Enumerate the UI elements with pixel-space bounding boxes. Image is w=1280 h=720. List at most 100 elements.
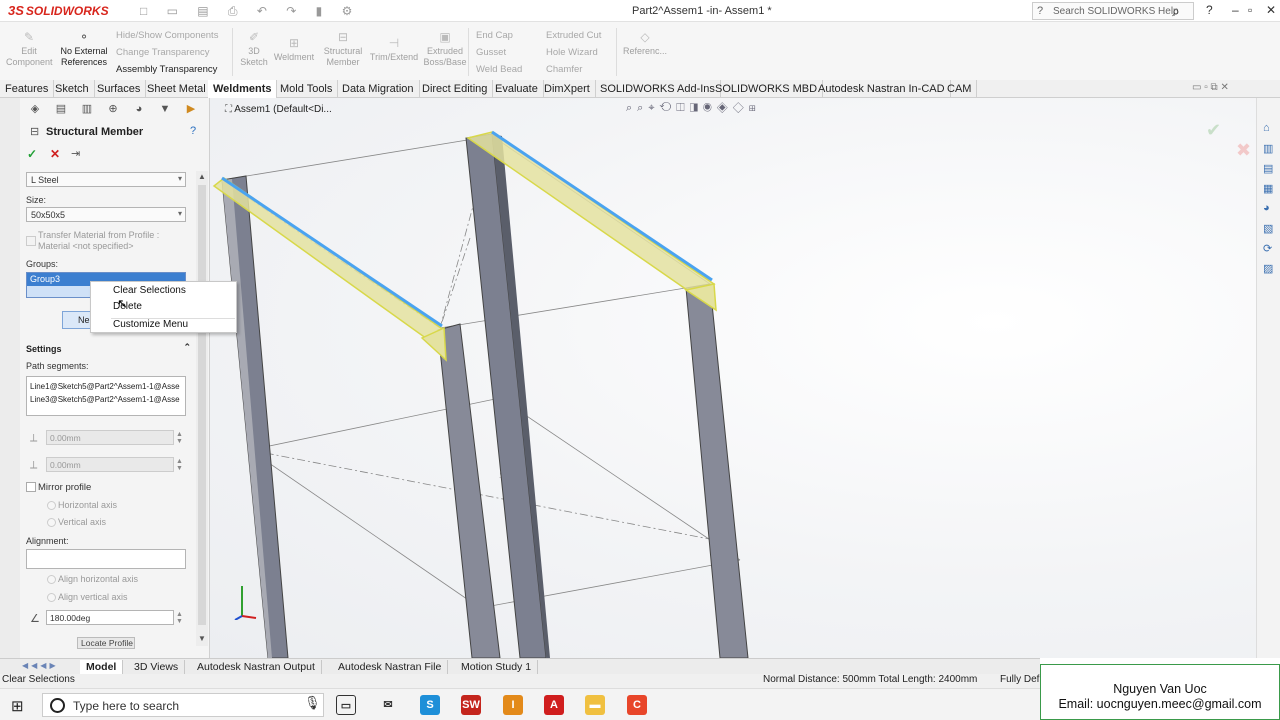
file-explorer-taskbar-icon[interactable]: ▬ (585, 695, 605, 715)
no-external-references-button[interactable]: ⚬ No External References (58, 31, 110, 68)
tab-model[interactable]: Model (80, 660, 124, 675)
tab-data-migration[interactable]: Data Migration (337, 80, 420, 98)
display-manager-icon[interactable]: ◕ (126, 103, 152, 115)
solidworks-forum-icon[interactable]: ⟳ (1263, 242, 1272, 255)
collapse-ribbon-icon[interactable]: ▭ ▫ ⧉ ✕ (1192, 82, 1229, 93)
pin-icon[interactable]: ⇥ (71, 147, 80, 160)
tab-motion-study[interactable]: Motion Study 1 (455, 660, 539, 675)
tab-dimxpert[interactable]: DimXpert (539, 80, 596, 98)
align-vertical-radio[interactable] (47, 593, 56, 602)
tab-nastran-file[interactable]: Autodesk Nastran File (332, 660, 449, 675)
tab-features[interactable]: Features (0, 80, 55, 98)
tab-surfaces[interactable]: Surfaces (92, 80, 147, 98)
end-cap-button[interactable]: End Cap (476, 30, 513, 41)
view-palette-icon[interactable]: ▨ (1263, 262, 1273, 275)
ok-button[interactable]: ✓ (27, 147, 37, 161)
settings-section-header[interactable]: Settings ⌃ (22, 341, 196, 357)
path-segments-list[interactable]: Line1@Sketch5@Part2^Assem1-1@Asse Line3@… (26, 376, 186, 416)
trim-extend-button[interactable]: ⊣ Trim/Extend (368, 37, 420, 63)
horizontal-offset-input[interactable]: 0.00mm (46, 430, 174, 445)
windows-start-icon[interactable]: ⊞ (11, 697, 24, 715)
skype-icon[interactable]: S (420, 695, 440, 715)
structural-member-button[interactable]: ⊟ Structural Member (320, 31, 366, 68)
alignment-input[interactable] (26, 549, 186, 569)
tab-nastran-output[interactable]: Autodesk Nastran Output (191, 660, 322, 675)
close-icon[interactable]: ✕ (1266, 3, 1276, 17)
angle-stepper[interactable]: ▲ ▼ (176, 611, 183, 625)
horizontal-axis-radio[interactable] (47, 501, 56, 510)
search-icon[interactable]: ⌕ (1172, 3, 1180, 20)
screen-recorder-icon[interactable]: C (627, 695, 647, 715)
confirm-corner-ok-icon[interactable]: ✔ (1206, 120, 1221, 141)
collapse-icon[interactable]: ⌃ (183, 342, 191, 353)
tab-weldments[interactable]: Weldments (208, 80, 278, 98)
list-item[interactable]: Line3@Sketch5@Part2^Assem1-1@Asse (30, 393, 182, 406)
tab-autodesk-nastran[interactable]: Autodesk Nastran In-CAD (813, 80, 951, 98)
tab-3d-views[interactable]: 3D Views (128, 660, 186, 675)
tab-direct-editing[interactable]: Direct Editing (417, 80, 494, 98)
appearances-icon[interactable]: ◕ (1263, 202, 1270, 214)
scroll-up-icon[interactable]: ▲ (198, 172, 206, 181)
vertical-axis-radio[interactable] (47, 518, 56, 527)
configuration-manager-icon[interactable]: ▥ (74, 102, 100, 115)
cancel-button[interactable]: ✕ (50, 147, 60, 161)
offset-stepper[interactable]: ▲ ▼ (176, 431, 183, 445)
assembly-transparency-button[interactable]: Assembly Transparency (116, 64, 217, 75)
mail-icon[interactable]: ✉ (378, 695, 398, 715)
weld-bead-button[interactable]: Weld Bead (476, 64, 522, 75)
heads-up-view-toolbar[interactable]: ⌕⌕⌖⟲◫◨◉◈◇⊞ (626, 102, 761, 115)
quick-access-toolbar[interactable]: □ ▭ ▤ ⎙ ↶ ↷ ▮ ⚙ (140, 4, 360, 19)
edit-component-button[interactable]: ✎ Edit Component (6, 31, 53, 68)
filter-icon[interactable]: ▼ (152, 103, 178, 115)
change-transparency-button[interactable]: Change Transparency (116, 47, 209, 58)
solidworks-logo[interactable]: 3S SOLIDWORKS (8, 3, 109, 18)
offset-stepper[interactable]: ▲ ▼ (176, 458, 183, 472)
home-icon[interactable]: ⌂ (1263, 122, 1270, 134)
3d-model-view[interactable] (210, 98, 1256, 658)
chamfer-button[interactable]: Chamfer (546, 64, 582, 75)
taskbar-search-input[interactable]: Type here to search (42, 693, 324, 717)
hole-wizard-button[interactable]: Hole Wizard (546, 47, 598, 58)
column-right[interactable] (685, 283, 749, 658)
locate-profile-button[interactable]: Locate Profile (77, 637, 135, 649)
graphics-area[interactable] (210, 98, 1256, 658)
resources-icon[interactable]: ▥ (1263, 142, 1273, 155)
tab-cam[interactable]: CAM (942, 80, 978, 98)
menu-item-clear-selections[interactable]: Clear Selections (113, 285, 186, 296)
gusset-button[interactable]: Gusset (476, 47, 506, 58)
help-icon[interactable]: ? (190, 125, 196, 137)
align-horizontal-radio[interactable] (47, 575, 56, 584)
transfer-material-checkbox[interactable] (26, 236, 36, 246)
extruded-boss-button[interactable]: ▣ Extruded Boss/Base (422, 31, 468, 68)
custom-properties-icon[interactable]: ▧ (1263, 222, 1273, 235)
3d-sketch-button[interactable]: ✐ 3D Sketch (238, 31, 270, 68)
tree-root-item[interactable]: ⛶ Assem1 (Default<Di... (225, 104, 332, 115)
feature-manager-icon[interactable]: ◈ (22, 102, 48, 115)
dimxpert-manager-icon[interactable]: ⊕ (100, 102, 126, 115)
tab-scroll-arrows[interactable]: ◀◀◀▶ (22, 661, 59, 670)
tab-sheet-metal[interactable]: Sheet Metal (142, 80, 212, 98)
hide-show-components-button[interactable]: Hide/Show Components (116, 30, 218, 41)
task-view-icon[interactable]: ▭ (336, 695, 356, 715)
property-manager-icon[interactable]: ▤ (48, 102, 74, 115)
weldment-button[interactable]: ⊞ Weldment (272, 37, 316, 63)
mirror-profile-checkbox[interactable] (26, 482, 36, 492)
tab-evaluate[interactable]: Evaluate (490, 80, 544, 98)
scroll-thumb[interactable] (198, 185, 206, 625)
help-search-input[interactable]: ? Search SOLIDWORKS Help (1032, 2, 1194, 20)
microphone-icon[interactable]: 🎙 (304, 695, 321, 711)
tab-mold-tools[interactable]: Mold Tools (275, 80, 339, 98)
tab-sketch[interactable]: Sketch (50, 80, 95, 98)
confirm-corner-cancel-icon[interactable]: ✖ (1236, 140, 1251, 161)
rotation-angle-input[interactable]: 180.00deg (46, 610, 174, 625)
help-menu-icon[interactable]: ? (1206, 3, 1213, 17)
panel-scrollbar[interactable]: ▲ ▼ (196, 171, 208, 646)
autocad-icon[interactable]: A (544, 695, 564, 715)
menu-item-customize-menu[interactable]: Customize Menu (113, 319, 188, 330)
size-select[interactable]: 50x50x5 ▾ (26, 207, 186, 222)
scroll-down-icon[interactable]: ▼ (198, 634, 206, 643)
design-library-icon[interactable]: ▤ (1263, 162, 1273, 175)
vertical-offset-input[interactable]: 0.00mm (46, 457, 174, 472)
tab-solidworks-add-ins[interactable]: SOLIDWORKS Add-Ins (595, 80, 721, 98)
solidworks-taskbar-icon[interactable]: SW (461, 695, 481, 715)
